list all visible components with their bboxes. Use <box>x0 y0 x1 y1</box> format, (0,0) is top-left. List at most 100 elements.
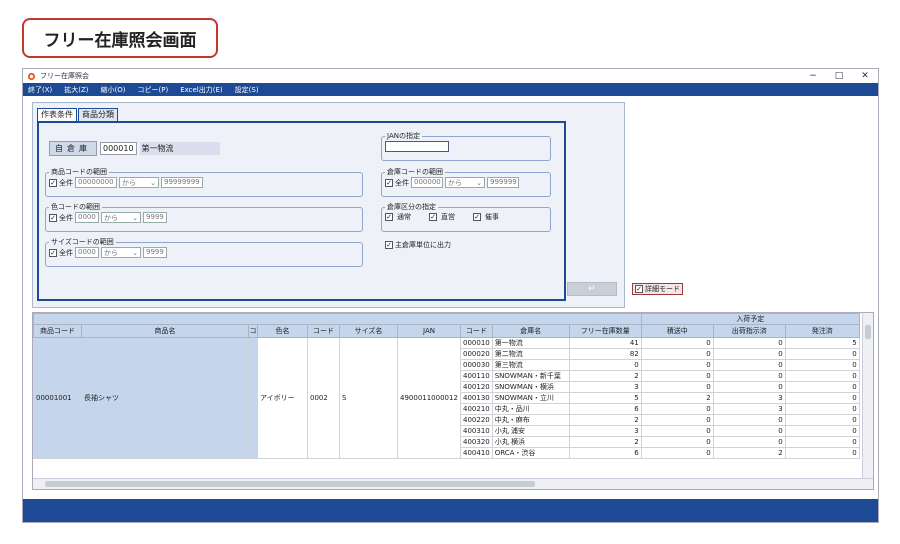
wh-name-cell[interactable]: 第三物流 <box>491 359 570 371</box>
checkbox-icon[interactable]: ✓ <box>385 178 393 187</box>
size-name-cell[interactable]: S <box>339 337 398 459</box>
wh-name-cell[interactable]: ORCA・渋谷 <box>491 447 570 459</box>
execute-button[interactable]: ↵ <box>567 282 617 296</box>
col-warehouse-code[interactable]: コード <box>460 324 493 338</box>
wh-name-cell[interactable]: 中丸・品川 <box>491 403 570 415</box>
wh-code-cell[interactable]: 400110 <box>460 370 493 382</box>
menu-zoom-in[interactable]: 拡大(Z) <box>64 85 88 95</box>
color-mode-select[interactable]: から ⌄ <box>101 212 141 223</box>
order-cell[interactable]: 0 <box>784 425 860 437</box>
transit-cell[interactable]: 0 <box>640 447 714 459</box>
color-from-input[interactable]: 0000 <box>75 212 99 223</box>
free-cell[interactable]: 5 <box>568 392 642 404</box>
order-cell[interactable]: 0 <box>784 414 860 426</box>
jan-cell[interactable]: 4900011000012 <box>397 337 461 459</box>
warehouse-to-input[interactable]: 999999 <box>487 177 519 188</box>
wh-code-cell[interactable]: 400310 <box>460 425 493 437</box>
free-cell[interactable]: 6 <box>568 447 642 459</box>
col-color-code[interactable]: コ <box>248 324 258 338</box>
wh-code-cell[interactable]: 000010 <box>460 337 493 349</box>
wh-code-cell[interactable]: 400410 <box>460 447 493 459</box>
wh-name-cell[interactable]: 小丸 浦安 <box>491 425 570 437</box>
order-cell[interactable]: 0 <box>784 436 860 448</box>
size-to-input[interactable]: 9999 <box>143 247 167 258</box>
warehouse-button[interactable]: 自倉庫 <box>49 141 97 156</box>
ship-cell[interactable]: 3 <box>712 392 786 404</box>
close-icon[interactable]: ✕ <box>852 71 878 81</box>
transit-cell[interactable]: 0 <box>640 414 714 426</box>
order-cell[interactable]: 0 <box>784 359 860 371</box>
ship-cell[interactable]: 0 <box>712 436 786 448</box>
size-code-cell[interactable]: 0002 <box>307 337 340 459</box>
menu-excel-export[interactable]: Excel出力(E) <box>180 85 222 95</box>
wh-name-cell[interactable]: SNOWMAN・新千葉 <box>491 370 570 382</box>
order-cell[interactable]: 0 <box>784 348 860 360</box>
wh-name-cell[interactable]: SNOWMAN・横浜 <box>491 381 570 393</box>
free-cell[interactable]: 3 <box>568 425 642 437</box>
free-cell[interactable]: 2 <box>568 370 642 382</box>
scroll-thumb[interactable] <box>45 481 535 487</box>
col-product-code[interactable]: 商品コード <box>33 324 82 338</box>
wh-name-cell[interactable]: 中丸・麻布 <box>491 414 570 426</box>
free-cell[interactable]: 6 <box>568 403 642 415</box>
vertical-scrollbar[interactable] <box>862 313 873 479</box>
minimize-icon[interactable]: − <box>800 71 826 81</box>
col-in-transit[interactable]: 積送中 <box>640 324 714 338</box>
col-ordered[interactable]: 発注済 <box>784 324 860 338</box>
col-size-name[interactable]: サイズ名 <box>339 324 398 338</box>
menu-copy[interactable]: コピー(P) <box>138 85 169 95</box>
checkbox-icon[interactable]: ✓ <box>429 213 437 221</box>
checkbox-icon[interactable]: ✓ <box>49 213 57 222</box>
checkbox-icon[interactable]: ✓ <box>385 241 393 249</box>
product-to-input[interactable]: 99999999 <box>161 177 203 188</box>
col-free-stock[interactable]: フリー在庫数量 <box>568 324 642 338</box>
horizontal-scrollbar[interactable] <box>33 478 873 489</box>
col-ship-instructed[interactable]: 出荷指示済 <box>712 324 786 338</box>
product-mode-select[interactable]: から ⌄ <box>119 177 159 188</box>
transit-cell[interactable]: 0 <box>640 359 714 371</box>
order-cell[interactable]: 0 <box>784 381 860 393</box>
menu-zoom-out[interactable]: 縮小(O) <box>101 85 126 95</box>
order-cell[interactable]: 5 <box>784 337 860 349</box>
checkbox-icon[interactable]: ✓ <box>635 285 643 293</box>
transit-cell[interactable]: 0 <box>640 348 714 360</box>
col-size-code[interactable]: コード <box>307 324 340 338</box>
color-name-cell[interactable]: アイボリー <box>257 337 308 459</box>
color-to-input[interactable]: 9999 <box>143 212 167 223</box>
checkbox-icon[interactable]: ✓ <box>49 248 57 257</box>
col-product-name[interactable]: 商品名 <box>81 324 249 338</box>
transit-cell[interactable]: 0 <box>640 403 714 415</box>
checkbox-icon[interactable]: ✓ <box>49 178 57 187</box>
ship-cell[interactable]: 2 <box>712 447 786 459</box>
ship-cell[interactable]: 0 <box>712 359 786 371</box>
wh-code-cell[interactable]: 400210 <box>460 403 493 415</box>
transit-cell[interactable]: 0 <box>640 381 714 393</box>
maximize-icon[interactable]: □ <box>826 71 852 81</box>
main-warehouse-option[interactable]: ✓ 主倉庫単位に出力 <box>385 240 451 250</box>
jan-input[interactable] <box>385 141 449 152</box>
order-cell[interactable]: 0 <box>784 447 860 459</box>
wh-code-cell[interactable]: 000030 <box>460 359 493 371</box>
wh-name-cell[interactable]: 第二物流 <box>491 348 570 360</box>
size-mode-select[interactable]: から ⌄ <box>101 247 141 258</box>
wh-code-cell[interactable]: 400320 <box>460 436 493 448</box>
order-cell[interactable]: 0 <box>784 370 860 382</box>
wh-name-cell[interactable]: SNOWMAN・立川 <box>491 392 570 404</box>
ship-cell[interactable]: 0 <box>712 381 786 393</box>
checkbox-icon[interactable]: ✓ <box>385 213 393 221</box>
transit-cell[interactable]: 0 <box>640 436 714 448</box>
ship-cell[interactable]: 0 <box>712 337 786 349</box>
free-cell[interactable]: 82 <box>568 348 642 360</box>
wh-code-cell[interactable]: 400220 <box>460 414 493 426</box>
order-cell[interactable]: 0 <box>784 403 860 415</box>
product-from-input[interactable]: 00000000 <box>75 177 117 188</box>
warehouse-code[interactable]: 000010 <box>100 142 137 155</box>
ship-cell[interactable]: 0 <box>712 425 786 437</box>
col-color-name[interactable]: 色名 <box>257 324 308 338</box>
col-warehouse-name[interactable]: 倉庫名 <box>491 324 570 338</box>
wh-name-cell[interactable]: 小丸 横浜 <box>491 436 570 448</box>
detail-mode-toggle[interactable]: ✓ 詳細モード <box>632 283 683 295</box>
order-cell[interactable]: 0 <box>784 392 860 404</box>
product-code-cell[interactable]: 00001001 <box>33 337 82 459</box>
size-from-input[interactable]: 0000 <box>75 247 99 258</box>
